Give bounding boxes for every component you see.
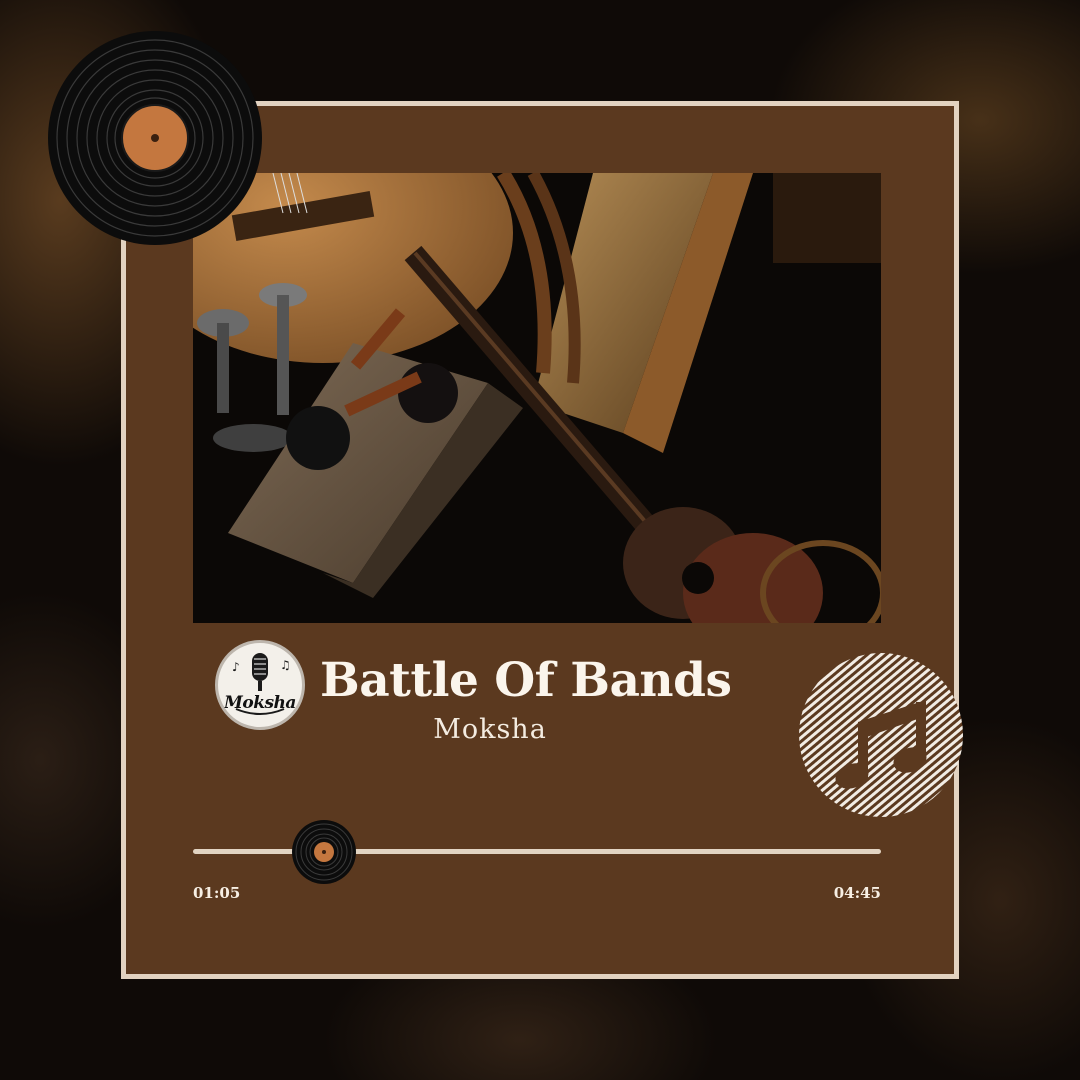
- total-time: 04:45: [833, 884, 881, 902]
- current-time: 01:05: [193, 884, 241, 902]
- vinyl-record-icon: [48, 31, 262, 245]
- microphone-icon: ♪ ♫: [232, 653, 291, 715]
- svg-text:♪: ♪: [232, 660, 240, 674]
- track-artist: Moksha: [433, 714, 547, 745]
- track-title: Battle Of Bands: [320, 653, 732, 708]
- band-logo[interactable]: ♪ ♫ Moksha: [215, 640, 305, 730]
- progress-knob[interactable]: [291, 819, 357, 885]
- logo-text: Moksha: [224, 693, 296, 713]
- svg-text:♫: ♫: [280, 658, 291, 672]
- album-artwork: [193, 173, 881, 623]
- music-note-icon: [799, 653, 963, 817]
